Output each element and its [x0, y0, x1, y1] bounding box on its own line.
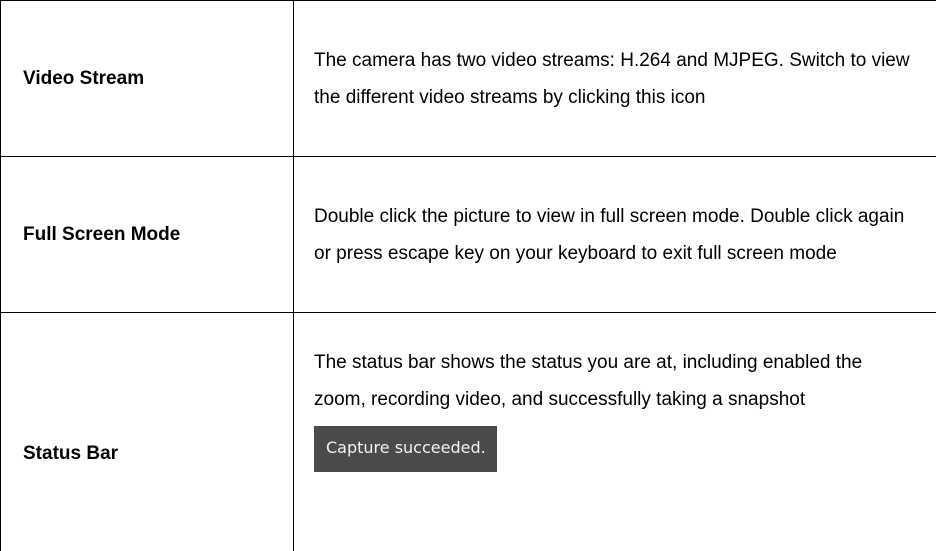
description-status-bar: The status bar shows the status you are …: [293, 312, 936, 551]
table-row-full-screen-mode: Full Screen Mode Double click the pictur…: [0, 156, 936, 313]
description-text: The status bar shows the status you are …: [314, 352, 863, 410]
table-row-status-bar: Status Bar The status bar shows the stat…: [0, 312, 936, 551]
table-row-video-stream: Video Stream The camera has two video st…: [0, 0, 936, 157]
description-text: Double click the picture to view in full…: [314, 205, 905, 264]
term-video-stream: Video Stream: [0, 0, 294, 157]
term-status-bar: Status Bar: [0, 312, 294, 551]
document-page: Video Stream The camera has two video st…: [0, 0, 936, 551]
term-full-screen-mode: Full Screen Mode: [0, 156, 294, 313]
description-text: The camera has two video streams: H.264 …: [314, 49, 910, 108]
description-video-stream: The camera has two video streams: H.264 …: [293, 0, 936, 157]
feature-table: Video Stream The camera has two video st…: [0, 0, 936, 551]
description-full-screen-mode: Double click the picture to view in full…: [293, 156, 936, 313]
status-bar-sample: Capture succeeded.: [314, 426, 497, 472]
